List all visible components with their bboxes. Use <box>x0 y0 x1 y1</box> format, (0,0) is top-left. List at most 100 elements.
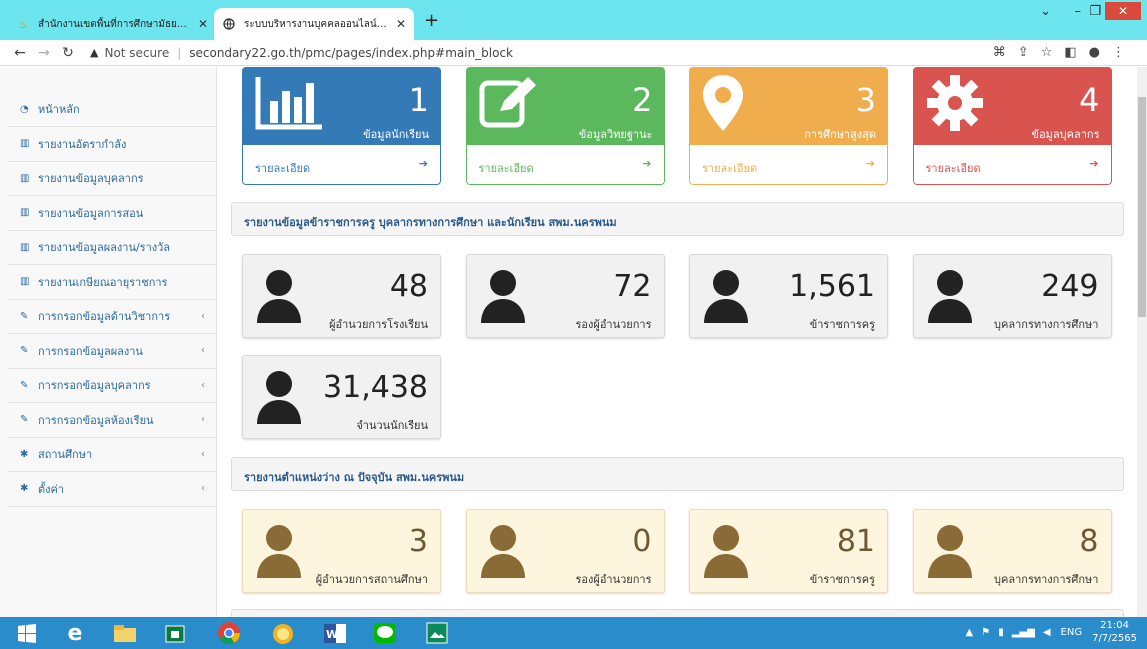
details-link[interactable]: รายละเอียด ➔ <box>689 145 888 185</box>
sidebar-item-label: การกรอกข้อมูลด้านวิชาการ <box>38 310 171 323</box>
chevron-left-icon: ‹ <box>201 345 205 356</box>
word-icon[interactable]: W <box>316 620 354 646</box>
details-link[interactable]: รายละเอียด ➔ <box>912 145 1112 185</box>
edit-icon <box>478 73 538 137</box>
reload-icon[interactable]: ↻ <box>56 45 80 61</box>
close-tab-icon[interactable]: ✕ <box>198 17 208 31</box>
sidebar-item[interactable]: ▥ รายงานเกษียณอายุราชการ <box>8 265 217 300</box>
photos-app-icon[interactable] <box>418 620 456 646</box>
stat-caption: บุคลากรทางการศึกษา <box>994 318 1099 331</box>
url-text[interactable]: secondary22.go.th/pmc/pages/index.php#ma… <box>189 46 513 60</box>
line-app-icon[interactable] <box>366 620 404 646</box>
menu-icon[interactable]: ⋮ <box>1112 45 1137 60</box>
details-label[interactable]: รายละเอียด <box>926 159 981 177</box>
stat-value: 48 <box>389 269 428 304</box>
browser-tab-active[interactable]: ระบบบริหารงานบุคคลออนไลน์ สพม.นค ✕ <box>214 8 414 40</box>
back-arrow-icon[interactable]: ← <box>8 45 32 61</box>
user-icon <box>479 269 527 329</box>
file-explorer-icon[interactable] <box>106 620 144 646</box>
browser-tab[interactable]: ♨ สำนักงานเขตพื้นที่การศึกษามัธยมศึกษ ✕ <box>8 8 216 40</box>
close-tab-icon[interactable]: ✕ <box>396 17 406 31</box>
user-icon <box>255 370 303 430</box>
sidebar-item-label: รายงานข้อมูลบุคลากร <box>38 172 144 185</box>
user-icon <box>702 524 750 584</box>
app-icon[interactable] <box>264 620 302 646</box>
details-label[interactable]: รายละเอียด <box>702 159 757 177</box>
sidebar-item[interactable]: ✱ ตั้งค่า ‹ <box>8 472 217 507</box>
summary-card-header: 1 ข้อมูลนักเรียน <box>242 67 441 145</box>
section-header-next <box>231 609 1124 617</box>
new-tab-button[interactable]: + <box>424 10 439 31</box>
translate-icon[interactable]: ⌘ <box>993 45 1018 60</box>
sidebar-item[interactable]: ▥ รายงานข้อมูลการสอน <box>8 196 217 231</box>
warning-icon[interactable]: ▲ <box>90 46 98 59</box>
vertical-scrollbar[interactable] <box>1137 67 1147 617</box>
battery-icon[interactable]: ▮ <box>998 627 1004 638</box>
show-hidden-icons[interactable]: ▲ <box>966 627 974 638</box>
clock[interactable]: 21:04 7/7/2565 <box>1092 619 1137 645</box>
edit-icon: ✎ <box>20 310 29 322</box>
stat-caption: รองผู้อำนวยการ <box>575 318 652 331</box>
user-icon <box>702 269 750 329</box>
bar-chart-icon: ▥ <box>20 276 30 287</box>
details-label[interactable]: รายละเอียด <box>255 159 310 177</box>
sidebar-item[interactable]: ✱ สถานศึกษา ‹ <box>8 437 217 472</box>
details-link[interactable]: รายละเอียด ➔ <box>242 145 441 185</box>
address-bar[interactable]: ▲ Not secure | secondary22.go.th/pmc/pag… <box>90 46 513 60</box>
sidebar-item[interactable]: ▥ รายงานอัตรากำลัง <box>8 127 217 162</box>
minimize-button[interactable]: – <box>1075 4 1082 19</box>
section-header-staff-report: รายงานข้อมูลข้าราชการครู บุคลากรทางการศึ… <box>231 202 1124 236</box>
chrome-icon[interactable] <box>210 620 248 646</box>
volume-icon[interactable]: ◀ <box>1043 627 1051 638</box>
chevron-left-icon: ‹ <box>201 483 205 494</box>
language-indicator[interactable]: ENG <box>1061 627 1083 638</box>
summary-card-label: ข้อมูลนักเรียน <box>363 128 429 141</box>
stat-caption: ข้าราชการครู <box>809 573 875 586</box>
svg-text:W: W <box>326 628 338 641</box>
sidebar-item-label: การกรอกข้อมูลบุคลากร <box>38 379 151 392</box>
windows-start-icon[interactable] <box>8 620 46 646</box>
security-label[interactable]: Not secure <box>104 46 169 60</box>
user-icon <box>926 269 974 329</box>
arrow-circle-right-icon[interactable]: ➔ <box>642 157 651 170</box>
stat-card: 3 ผู้อำนวยการสถานศึกษา <box>242 509 441 593</box>
sidebar-item[interactable]: ▥ รายงานข้อมูลผลงาน/รางวัล <box>8 230 217 265</box>
tab-search-icon[interactable]: ⌄ <box>1040 4 1051 19</box>
sidebar: ◔ หน้าหลัก ▥ รายงานอัตรากำลัง ▥ รายงานข้อมูลบ… <box>0 67 217 617</box>
signal-icon[interactable]: ▂▄▆ <box>1012 627 1035 638</box>
stat-value: 1,561 <box>789 269 875 304</box>
sidebar-item-label: การกรอกข้อมูลผลงาน <box>38 344 143 358</box>
sidebar-item[interactable]: ✎ การกรอกข้อมูลผลงาน ‹ <box>8 334 217 369</box>
browser-tab-bar: ♨ สำนักงานเขตพื้นที่การศึกษามัธยมศึกษ ✕ … <box>0 0 1147 40</box>
sidebar-item[interactable]: ✎ การกรอกข้อมูลห้องเรียน ‹ <box>8 403 217 438</box>
stat-card: 8 บุคลากรทางการศึกษา <box>912 509 1112 593</box>
sidebar-item[interactable]: ◔ หน้าหลัก <box>8 92 217 127</box>
details-label[interactable]: รายละเอียด <box>479 159 534 177</box>
flag-icon[interactable]: ⚑ <box>981 627 990 638</box>
share-icon[interactable]: ⇪ <box>1018 45 1041 60</box>
sidebar-item[interactable]: ▥ รายงานข้อมูลบุคลากร <box>8 161 217 196</box>
internet-explorer-icon[interactable]: e <box>56 620 94 646</box>
sidebar-item[interactable]: ✎ การกรอกข้อมูลด้านวิชาการ ‹ <box>8 299 217 334</box>
sidebar-item[interactable]: ✎ การกรอกข้อมูลบุคลากร ‹ <box>8 368 217 403</box>
side-panel-icon[interactable]: ◧ <box>1064 45 1088 60</box>
profile-icon[interactable]: ● <box>1089 45 1112 60</box>
arrow-circle-right-icon[interactable]: ➔ <box>1089 157 1098 170</box>
chevron-left-icon: ‹ <box>201 379 205 391</box>
arrow-circle-right-icon[interactable]: ➔ <box>419 157 428 170</box>
restore-button[interactable]: ❐ <box>1089 4 1101 19</box>
scrollbar-thumb[interactable] <box>1138 97 1146 317</box>
edit-icon: ✎ <box>20 414 29 425</box>
summary-card: 1 ข้อมูลนักเรียนรายละเอียด ➔ <box>242 67 441 185</box>
details-link[interactable]: รายละเอียด ➔ <box>465 145 665 185</box>
gear-icon <box>925 73 985 137</box>
stat-caption: รองผู้อำนวยการ <box>575 573 652 586</box>
star-icon[interactable]: ☆ <box>1041 45 1065 60</box>
close-window-button[interactable]: ✕ <box>1105 2 1141 20</box>
sidebar-item-label: การกรอกข้อมูลห้องเรียน <box>38 413 154 427</box>
store-icon[interactable] <box>156 620 194 646</box>
arrow-circle-right-icon[interactable]: ➔ <box>866 157 875 170</box>
sidebar-item-label: สถานศึกษา <box>38 448 93 461</box>
forward-arrow-icon[interactable]: → <box>32 45 56 61</box>
user-icon <box>479 524 527 584</box>
